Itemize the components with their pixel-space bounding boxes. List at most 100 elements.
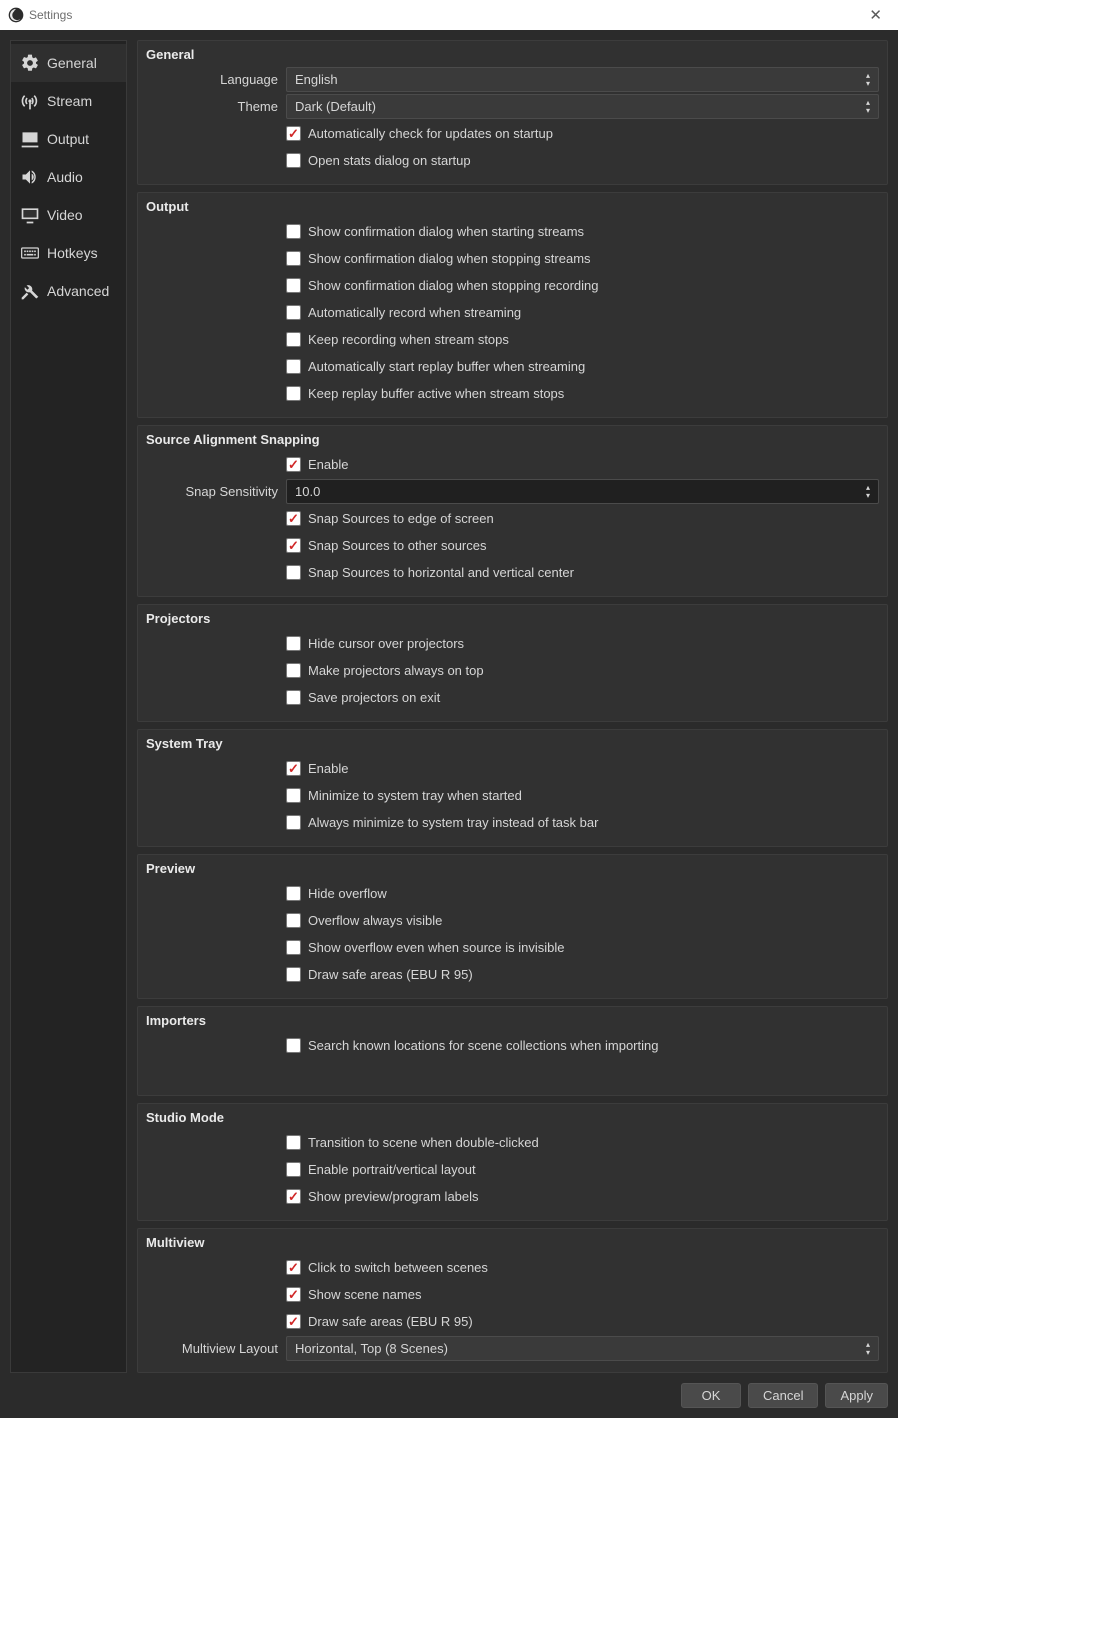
- settings-window: Settings ✕ General Stream: [0, 0, 898, 1418]
- checkbox-label: Snap Sources to horizontal and vertical …: [308, 565, 574, 580]
- checkbox-label: Draw safe areas (EBU R 95): [308, 967, 473, 982]
- auto-record-checkbox[interactable]: [286, 305, 301, 320]
- titlebar: Settings ✕: [0, 0, 898, 30]
- monitor-icon: [19, 204, 41, 226]
- snap-edge-checkbox[interactable]: [286, 511, 301, 526]
- checkbox-label: Always minimize to system tray instead o…: [308, 815, 598, 830]
- checkbox-label: Minimize to system tray when started: [308, 788, 522, 803]
- sidebar-item-audio[interactable]: Audio: [11, 158, 126, 196]
- importers-scan-checkbox[interactable]: [286, 1038, 301, 1053]
- tray-enable-checkbox[interactable]: [286, 761, 301, 776]
- theme-label: Theme: [146, 99, 286, 114]
- snap-other-checkbox[interactable]: [286, 538, 301, 553]
- checkbox-label: Hide overflow: [308, 886, 387, 901]
- auto-replay-buffer-checkbox[interactable]: [286, 359, 301, 374]
- checkbox-label: Transition to scene when double-clicked: [308, 1135, 539, 1150]
- proj-hide-cursor-checkbox[interactable]: [286, 636, 301, 651]
- group-multiview: Multiview Click to switch between scenes…: [137, 1228, 888, 1373]
- studio-transition-checkbox[interactable]: [286, 1135, 301, 1150]
- group-snapping: Source Alignment Snapping Enable Snap Se…: [137, 425, 888, 597]
- proj-save-checkbox[interactable]: [286, 690, 301, 705]
- tray-min-start-checkbox[interactable]: [286, 788, 301, 803]
- sidebar-item-general[interactable]: General: [11, 44, 126, 82]
- updown-icon: ▴▾: [862, 97, 874, 116]
- select-value: Dark (Default): [295, 99, 376, 114]
- sidebar-item-video[interactable]: Video: [11, 196, 126, 234]
- updown-icon: ▴▾: [862, 482, 874, 501]
- sidebar-item-output[interactable]: Output: [11, 120, 126, 158]
- group-title: General: [146, 47, 879, 62]
- antenna-icon: [19, 90, 41, 112]
- theme-select[interactable]: Dark (Default) ▴▾: [286, 94, 879, 119]
- apply-button[interactable]: Apply: [825, 1383, 888, 1408]
- multiview-safe-checkbox[interactable]: [286, 1314, 301, 1329]
- group-studio-mode: Studio Mode Transition to scene when dou…: [137, 1103, 888, 1221]
- multiview-layout-select[interactable]: Horizontal, Top (8 Scenes) ▴▾: [286, 1336, 879, 1361]
- obs-logo-icon: [8, 7, 24, 23]
- checkbox-label: Enable portrait/vertical layout: [308, 1162, 476, 1177]
- gear-icon: [19, 52, 41, 74]
- checkbox-label: Make projectors always on top: [308, 663, 484, 678]
- snap-sensitivity-spinbox[interactable]: 10.0 ▴▾: [286, 479, 879, 504]
- group-title: Output: [146, 199, 879, 214]
- open-stats-checkbox[interactable]: [286, 153, 301, 168]
- checkbox-label: Enable: [308, 761, 348, 776]
- group-title: Importers: [146, 1013, 879, 1028]
- sidebar-item-label: Audio: [47, 169, 83, 185]
- language-select[interactable]: English ▴▾: [286, 67, 879, 92]
- group-title: System Tray: [146, 736, 879, 751]
- group-title: Studio Mode: [146, 1110, 879, 1125]
- tray-always-min-checkbox[interactable]: [286, 815, 301, 830]
- checkbox-label: Click to switch between scenes: [308, 1260, 488, 1275]
- checkbox-label: Open stats dialog on startup: [308, 153, 471, 168]
- cancel-button[interactable]: Cancel: [748, 1383, 818, 1408]
- confirm-stop-record-checkbox[interactable]: [286, 278, 301, 293]
- proj-ontop-checkbox[interactable]: [286, 663, 301, 678]
- dialog-footer: OK Cancel Apply: [10, 1373, 888, 1408]
- sidebar-item-advanced[interactable]: Advanced: [11, 272, 126, 310]
- preview-inv-ovf-checkbox[interactable]: [286, 940, 301, 955]
- group-projectors: Projectors Hide cursor over projectors M…: [137, 604, 888, 722]
- sidebar-item-stream[interactable]: Stream: [11, 82, 126, 120]
- ok-button[interactable]: OK: [681, 1383, 741, 1408]
- checkbox-label: Search known locations for scene collect…: [308, 1038, 658, 1053]
- sidebar-item-hotkeys[interactable]: Hotkeys: [11, 234, 126, 272]
- group-title: Preview: [146, 861, 879, 876]
- updown-icon: ▴▾: [862, 70, 874, 89]
- select-value: English: [295, 72, 338, 87]
- checkbox-label: Overflow always visible: [308, 913, 442, 928]
- sidebar-item-label: Video: [47, 207, 83, 223]
- checkbox-label: Keep replay buffer active when stream st…: [308, 386, 564, 401]
- keep-recording-checkbox[interactable]: [286, 332, 301, 347]
- group-title: Projectors: [146, 611, 879, 626]
- preview-safe-areas-checkbox[interactable]: [286, 967, 301, 982]
- sidebar-item-label: Hotkeys: [47, 245, 98, 261]
- multiview-names-checkbox[interactable]: [286, 1287, 301, 1302]
- window-title: Settings: [29, 8, 72, 22]
- confirm-stop-stream-checkbox[interactable]: [286, 251, 301, 266]
- preview-hide-ovf-checkbox[interactable]: [286, 886, 301, 901]
- content-area: General Stream Output: [0, 30, 898, 1418]
- snap-center-checkbox[interactable]: [286, 565, 301, 580]
- multiview-click-checkbox[interactable]: [286, 1260, 301, 1275]
- sidebar-item-label: General: [47, 55, 97, 71]
- speaker-icon: [19, 166, 41, 188]
- group-preview: Preview Hide overflow Overflow always vi…: [137, 854, 888, 999]
- studio-portrait-checkbox[interactable]: [286, 1162, 301, 1177]
- sidebar-item-label: Stream: [47, 93, 92, 109]
- checkbox-label: Automatically check for updates on start…: [308, 126, 553, 141]
- group-importers: Importers Search known locations for sce…: [137, 1006, 888, 1096]
- confirm-start-stream-checkbox[interactable]: [286, 224, 301, 239]
- select-value: Horizontal, Top (8 Scenes): [295, 1341, 448, 1356]
- language-label: Language: [146, 72, 286, 87]
- snap-enable-checkbox[interactable]: [286, 457, 301, 472]
- group-title: Multiview: [146, 1235, 879, 1250]
- auto-update-checkbox[interactable]: [286, 126, 301, 141]
- close-icon[interactable]: ✕: [861, 2, 890, 28]
- checkbox-label: Draw safe areas (EBU R 95): [308, 1314, 473, 1329]
- keep-replay-buffer-checkbox[interactable]: [286, 386, 301, 401]
- preview-always-ovf-checkbox[interactable]: [286, 913, 301, 928]
- checkbox-label: Hide cursor over projectors: [308, 636, 464, 651]
- studio-labels-checkbox[interactable]: [286, 1189, 301, 1204]
- updown-icon: ▴▾: [862, 1339, 874, 1358]
